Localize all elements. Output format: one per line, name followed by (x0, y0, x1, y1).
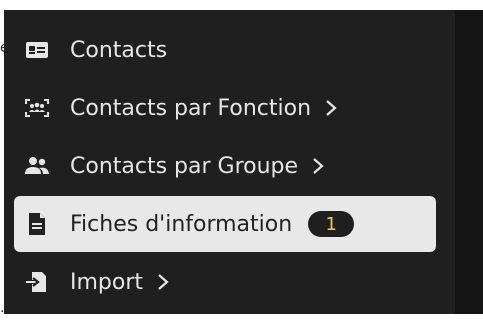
navigation-menu: Contacts Contacts par Fonction Contacts … (4, 10, 455, 314)
menu-item-label: Import (70, 269, 144, 295)
menu-item-fiches-information[interactable]: Fiches d'information 1 (14, 196, 436, 252)
file-import-icon (24, 269, 50, 295)
document-icon (24, 211, 50, 237)
menu-item-label: Contacts par Fonction (70, 95, 312, 121)
adjacent-dark-pane (455, 10, 483, 314)
chevron-right-icon (157, 272, 175, 292)
menu-item-label: Fiches d'information (70, 211, 293, 237)
notification-count-badge: 1 (308, 211, 355, 237)
menu-item-import[interactable]: Import (14, 254, 436, 310)
menu-item-label: Contacts par Groupe (70, 153, 299, 179)
id-card-icon (24, 37, 50, 63)
menu-item-contacts[interactable]: Contacts (14, 22, 436, 78)
screen: e . Contacts (0, 0, 483, 324)
menu-item-contacts-par-fonction[interactable]: Contacts par Fonction (14, 80, 436, 136)
menu-item-contacts-par-groupe[interactable]: Contacts par Groupe (14, 138, 436, 194)
chevron-right-icon (325, 98, 343, 118)
menu-item-label: Contacts (70, 37, 168, 63)
group-frame-icon (24, 95, 50, 121)
chevron-right-icon (312, 156, 330, 176)
users-icon (24, 153, 50, 179)
